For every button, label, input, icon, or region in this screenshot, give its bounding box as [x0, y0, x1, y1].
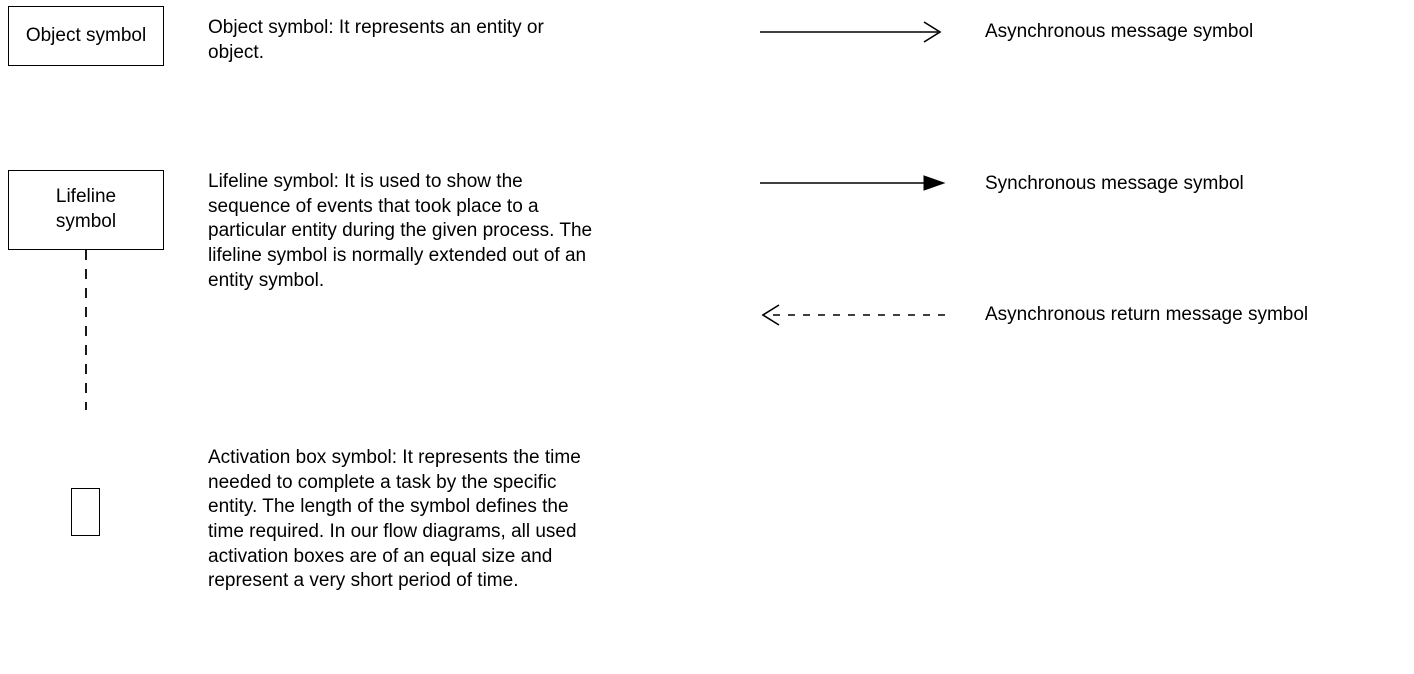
- lifeline-symbol-box-label: Lifeline symbol: [56, 185, 116, 234]
- async-return-message-arrow-icon: [755, 302, 950, 328]
- activation-box-desc: Activation box symbol: It represents the…: [208, 446, 608, 594]
- activation-box-icon: [71, 488, 100, 536]
- async-message-arrow-icon: [760, 19, 950, 45]
- object-symbol-desc: Object symbol: It represents an entity o…: [208, 16, 598, 65]
- async-return-message-label: Asynchronous return message symbol: [985, 303, 1308, 328]
- lifeline-dashed-line-icon: [80, 250, 100, 420]
- object-symbol-box: Object symbol: [8, 6, 164, 66]
- sequence-diagram-legend: Object symbol Object symbol: It represen…: [0, 0, 1414, 674]
- lifeline-symbol-desc: Lifeline symbol: It is used to show the …: [208, 170, 608, 293]
- lifeline-symbol-box: Lifeline symbol: [8, 170, 164, 250]
- sync-message-label: Synchronous message symbol: [985, 172, 1244, 197]
- object-symbol-box-label: Object symbol: [26, 24, 146, 49]
- async-message-label: Asynchronous message symbol: [985, 20, 1253, 45]
- sync-message-arrow-icon: [760, 170, 950, 196]
